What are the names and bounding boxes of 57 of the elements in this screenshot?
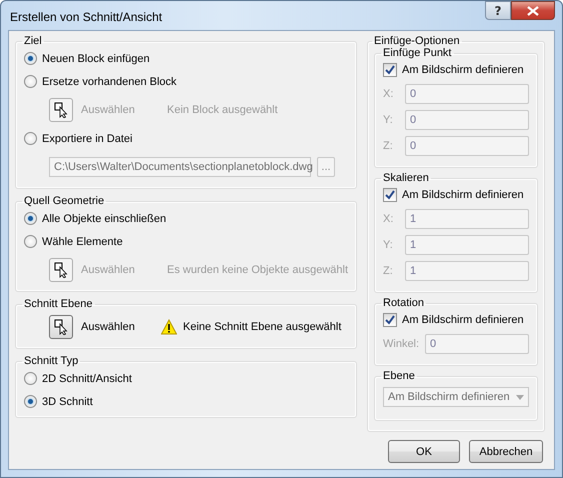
field-label: Z: <box>383 265 394 277</box>
group-title: Ebene <box>382 370 416 382</box>
checkbox-label[interactable]: Am Bildschirm definieren <box>402 189 524 201</box>
radio-label[interactable]: 2D Schnitt/Ansicht <box>42 372 132 384</box>
radio-label[interactable]: Ersetze vorhandenen Block <box>42 76 177 88</box>
group-title: Skalieren <box>382 172 430 184</box>
radio-button[interactable] <box>24 235 37 248</box>
group-title: Schnitt Ebene <box>23 298 94 310</box>
group-title: Rotation <box>382 297 425 309</box>
check-icon <box>385 65 395 75</box>
radio-label[interactable]: 3D Schnitt <box>42 396 93 408</box>
radio-button[interactable] <box>24 52 37 65</box>
dropdown-caret-icon <box>516 394 524 400</box>
check-icon <box>385 190 395 200</box>
field-label: Z: <box>383 140 394 152</box>
radio-label[interactable]: Neuen Block einfügen <box>42 52 150 64</box>
select-cursor-icon <box>54 262 68 278</box>
group-title: Einfüge-Optionen <box>373 35 461 47</box>
close-icon <box>527 6 539 16</box>
select-button[interactable] <box>49 315 73 339</box>
select-cursor-icon <box>54 319 68 335</box>
check-icon <box>385 315 395 325</box>
radio-button[interactable] <box>24 372 37 385</box>
warning-icon <box>161 319 177 335</box>
select-label: Auswählen <box>81 264 136 276</box>
radio-button[interactable] <box>24 75 37 88</box>
group-title: Ziel <box>23 35 43 47</box>
field-label: X: <box>383 213 394 225</box>
close-button[interactable] <box>511 1 555 20</box>
dialog-button[interactable]: Abbrechen <box>469 440 543 463</box>
selection-status: Es wurden keine Objekte ausgewählt <box>167 264 348 276</box>
select-cursor-icon <box>54 102 68 118</box>
group-title: Schnitt Typ <box>23 355 80 367</box>
field-label: Y: <box>383 239 394 251</box>
checkbox-label[interactable]: Am Bildschirm definieren <box>402 64 524 76</box>
radio-label[interactable]: Exportiere in Datei <box>42 132 132 144</box>
checkbox[interactable] <box>383 63 397 77</box>
radio-button[interactable] <box>24 132 37 145</box>
selection-status: Kein Block ausgewählt <box>167 104 278 116</box>
radio-label[interactable]: Alle Objekte einschließen <box>42 212 166 224</box>
group-title: Quell Geometrie <box>23 195 106 207</box>
radio-label[interactable]: Wähle Elemente <box>42 236 123 248</box>
select-label: Auswählen <box>81 321 136 333</box>
group-title: Einfüge Punkt <box>382 47 452 59</box>
field-label: Winkel: <box>383 338 420 350</box>
radio-button[interactable] <box>24 395 37 408</box>
checkbox[interactable] <box>383 188 397 202</box>
field-label: X: <box>383 88 394 100</box>
checkbox[interactable] <box>383 313 397 327</box>
select-label: Auswählen <box>81 104 136 116</box>
dialog-button[interactable]: OK <box>388 440 460 463</box>
radio-button[interactable] <box>24 212 37 225</box>
field-label: Y: <box>383 114 394 126</box>
window-title: Erstellen von Schnitt/Ansicht <box>10 10 162 24</box>
checkbox-label[interactable]: Am Bildschirm definieren <box>402 314 524 326</box>
help-button[interactable]: ? <box>485 1 511 20</box>
selection-status: Keine Schnitt Ebene ausgewählt <box>183 321 342 333</box>
